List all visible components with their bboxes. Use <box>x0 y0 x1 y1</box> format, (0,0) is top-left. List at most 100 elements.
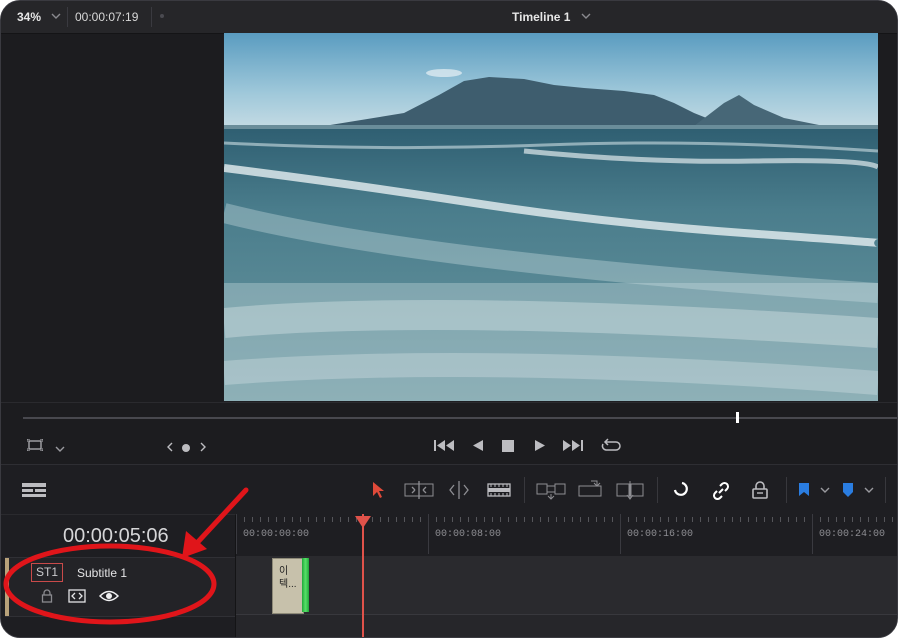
subtitle-track-lane[interactable]: 이텍... <box>236 556 897 615</box>
clip-selection-edge[interactable] <box>302 558 309 612</box>
ruler-minor-tick <box>540 517 541 522</box>
loop-icon[interactable] <box>600 438 622 456</box>
playhead-line[interactable] <box>362 514 364 637</box>
ruler-minor-tick <box>604 517 605 522</box>
ruler-minor-tick <box>420 517 421 522</box>
ruler-minor-tick <box>772 517 773 522</box>
ruler-minor-tick <box>468 517 469 522</box>
ruler-minor-tick <box>852 517 853 522</box>
nav-prev-icon[interactable] <box>166 440 174 454</box>
ruler-minor-tick <box>860 517 861 522</box>
ruler-minor-tick <box>244 517 245 522</box>
ruler-minor-tick <box>684 517 685 522</box>
status-dot-icon <box>160 14 164 18</box>
subtitle-clip-text: 이텍... <box>279 566 297 590</box>
ruler-minor-tick <box>476 517 477 522</box>
ruler-minor-tick <box>828 517 829 522</box>
ruler-minor-tick <box>868 517 869 522</box>
transport-controls <box>1 402 897 465</box>
subtitle-track-header[interactable]: ST1 Subtitle 1 <box>5 557 235 617</box>
skip-start-icon[interactable] <box>433 439 455 454</box>
ruler-minor-tick <box>892 517 893 522</box>
current-timecode[interactable]: 00:00:05:06 <box>63 525 169 548</box>
ruler-minor-tick <box>836 517 837 522</box>
zoom-level[interactable]: 34% <box>17 10 41 24</box>
visibility-eye-icon[interactable] <box>98 589 120 608</box>
resolve-edit-window: 34% 00:00:07:19 Timeline 1 00:00:05:06 S… <box>0 0 898 638</box>
ruler-minor-tick <box>532 517 533 522</box>
scrubber-track[interactable] <box>23 417 897 419</box>
play-reverse-icon[interactable] <box>472 439 484 454</box>
nav-dot-icon[interactable] <box>181 441 191 455</box>
video-preview[interactable] <box>224 33 878 401</box>
ruler-minor-tick <box>612 517 613 522</box>
ruler-minor-tick <box>788 517 789 522</box>
blade-icon[interactable] <box>487 480 511 500</box>
ruler-minor-tick <box>276 517 277 522</box>
ruler-minor-tick <box>348 517 349 522</box>
ruler-minor-tick <box>564 517 565 522</box>
ruler-minor-tick <box>780 517 781 522</box>
timeline-chevron-down-icon[interactable] <box>581 12 591 23</box>
subtitle-clip[interactable]: 이텍... <box>272 558 304 614</box>
ruler-minor-tick <box>460 517 461 522</box>
ruler-minor-tick <box>796 517 797 522</box>
ruler-minor-tick <box>404 517 405 522</box>
ruler-minor-tick <box>644 517 645 522</box>
marker-chevron-down-icon[interactable] <box>863 480 875 500</box>
trim-edit-icon[interactable] <box>404 480 434 500</box>
linked-selection-icon[interactable] <box>709 480 733 500</box>
dynamic-trim-icon[interactable] <box>446 480 472 500</box>
timeline-toolbar <box>1 464 897 515</box>
flag-icon[interactable] <box>797 480 811 500</box>
auto-select-icon[interactable] <box>68 589 86 608</box>
ruler-minor-tick <box>548 517 549 522</box>
ruler-minor-tick <box>724 517 725 522</box>
stop-icon[interactable] <box>502 440 514 454</box>
ruler-minor-tick <box>660 517 661 522</box>
ruler-minor-tick <box>388 517 389 522</box>
ruler-minor-tick <box>484 517 485 522</box>
toolbar-divider <box>657 477 658 503</box>
ruler-minor-tick <box>308 517 309 522</box>
lock-icon[interactable] <box>41 589 53 608</box>
zoom-chevron-down-icon[interactable] <box>51 12 61 23</box>
replace-clip-icon[interactable] <box>615 480 645 500</box>
timeline-view-options-icon[interactable] <box>21 480 47 500</box>
ruler-minor-tick <box>316 517 317 522</box>
timeline-ruler[interactable]: 00:00:00:00 00:00:08:00 00:00:16:00 00:0… <box>236 514 897 557</box>
ruler-minor-tick <box>628 517 629 522</box>
ruler-minor-tick <box>596 517 597 522</box>
timeline-area[interactable]: 00:00:00:00 00:00:08:00 00:00:16:00 00:0… <box>236 514 897 637</box>
ruler-minor-tick <box>572 517 573 522</box>
safe-area-chevron-down-icon[interactable] <box>55 441 65 455</box>
ruler-minor-tick <box>692 517 693 522</box>
marker-icon[interactable] <box>841 480 855 500</box>
ruler-minor-tick <box>332 517 333 522</box>
overwrite-clip-icon[interactable] <box>577 480 603 500</box>
skip-end-icon[interactable] <box>562 439 584 454</box>
ruler-major-tick <box>236 514 237 554</box>
ruler-minor-tick <box>588 517 589 522</box>
ruler-minor-tick <box>732 517 733 522</box>
play-icon[interactable] <box>534 439 546 454</box>
ruler-minor-tick <box>452 517 453 522</box>
nav-next-icon[interactable] <box>199 440 207 454</box>
ruler-minor-tick <box>508 517 509 522</box>
selection-arrow-icon[interactable] <box>370 480 386 500</box>
ruler-minor-tick <box>500 517 501 522</box>
insert-clip-icon[interactable] <box>536 480 566 500</box>
timeline-title[interactable]: Timeline 1 <box>512 10 570 24</box>
ruler-minor-tick <box>284 517 285 522</box>
track-name[interactable]: Subtitle 1 <box>77 566 127 580</box>
ruler-minor-tick <box>300 517 301 522</box>
snapping-icon[interactable] <box>671 480 693 500</box>
scrubber-playhead[interactable] <box>736 412 739 423</box>
ruler-minor-tick <box>676 517 677 522</box>
divider <box>151 7 152 27</box>
safe-area-icon[interactable] <box>26 438 44 453</box>
flag-chevron-down-icon[interactable] <box>819 480 831 500</box>
position-lock-icon[interactable] <box>749 480 771 500</box>
toolbar-divider <box>786 477 787 503</box>
playhead-handle[interactable] <box>355 516 371 528</box>
